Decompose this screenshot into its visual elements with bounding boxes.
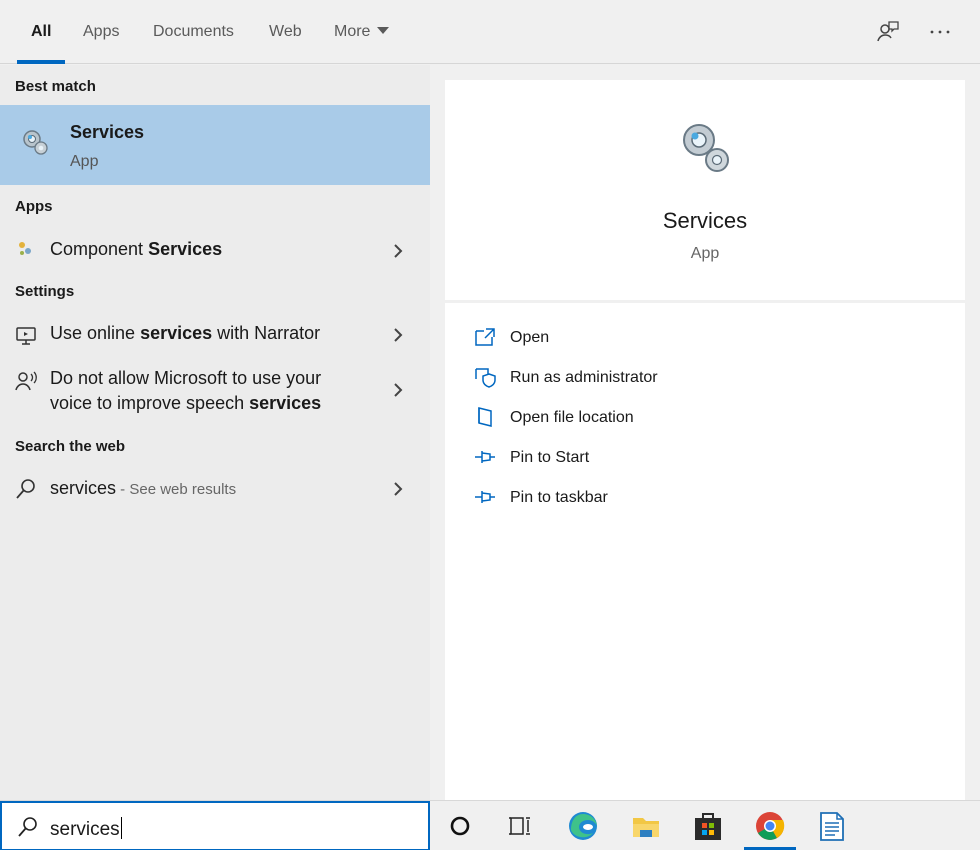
pin-icon xyxy=(475,451,495,463)
chevron-right-icon[interactable] xyxy=(390,382,406,398)
apps-heading: Apps xyxy=(15,198,53,215)
tab-all[interactable]: All xyxy=(31,0,51,64)
services-gears-icon xyxy=(683,124,729,172)
best-match-title: Services xyxy=(70,122,145,142)
settings-heading: Settings xyxy=(15,283,75,300)
action-label: Open xyxy=(510,329,550,346)
result-label: Component Services xyxy=(50,239,223,259)
tab-apps[interactable]: Apps xyxy=(83,0,119,64)
chevron-right-icon[interactable] xyxy=(390,481,406,497)
task-view-icon[interactable] xyxy=(500,806,540,846)
action-label: Pin to Start xyxy=(510,449,590,466)
chrome-icon[interactable] xyxy=(750,806,790,846)
chevron-right-icon[interactable] xyxy=(390,327,406,343)
action-list: Open Run as administrator Open file loca… xyxy=(445,303,965,800)
result-component-services[interactable]: Component Services xyxy=(0,231,430,271)
tab-web[interactable]: Web xyxy=(269,0,302,64)
result-narrator-setting[interactable]: Use online services with Narrator xyxy=(0,317,430,357)
component-services-icon xyxy=(19,242,31,255)
result-speech-setting[interactable]: Do not allow Microsoft to use your voice… xyxy=(0,363,430,421)
action-pin-to-start[interactable]: Pin to Start xyxy=(445,440,965,476)
web-query: services - See web results xyxy=(50,478,237,498)
result-label: Use online services with Narrator xyxy=(50,323,321,343)
speech-icon xyxy=(15,371,37,391)
action-label: Run as administrator xyxy=(510,369,658,386)
action-open[interactable]: Open xyxy=(445,320,965,356)
action-run-as-admin[interactable]: Run as administrator xyxy=(445,360,965,396)
store-icon[interactable] xyxy=(688,806,728,846)
tab-documents[interactable]: Documents xyxy=(153,0,234,64)
search-icon xyxy=(18,817,37,837)
file-explorer-icon[interactable] xyxy=(626,806,666,846)
best-match-services[interactable]: Services App xyxy=(0,105,430,185)
feedback-icon[interactable] xyxy=(876,20,900,44)
open-icon xyxy=(475,328,495,346)
result-label: Do not allow Microsoft to use your voice… xyxy=(50,368,322,413)
text-cursor xyxy=(120,817,122,839)
taskbar: services xyxy=(0,800,980,850)
cortana-icon[interactable] xyxy=(440,806,480,846)
search-icon xyxy=(16,479,35,499)
preview-card: Services App xyxy=(445,80,965,300)
best-match-heading: Best match xyxy=(15,78,96,95)
caret-down-icon xyxy=(377,27,390,34)
filter-tab-bar: All Apps Documents Web More xyxy=(0,0,980,64)
pin-icon xyxy=(475,491,495,503)
services-gears-icon xyxy=(23,130,48,155)
shield-icon xyxy=(475,368,496,388)
preview-subtitle: App xyxy=(690,245,720,262)
chevron-right-icon[interactable] xyxy=(390,243,406,259)
tab-more-label: More xyxy=(334,23,371,40)
tab-more[interactable]: More xyxy=(334,0,390,64)
narrator-icon xyxy=(16,327,36,345)
action-open-file-location[interactable]: Open file location xyxy=(445,400,965,436)
best-match-subtitle: App xyxy=(70,153,99,170)
search-web-heading: Search the web xyxy=(15,438,126,455)
action-label: Open file location xyxy=(510,409,634,426)
active-tab-indicator xyxy=(17,60,65,64)
web-results-hint: - See web results xyxy=(116,481,237,498)
action-label: Pin to taskbar xyxy=(510,489,608,506)
edge-icon[interactable] xyxy=(563,806,603,846)
file-location-icon xyxy=(478,407,492,427)
more-options-icon[interactable] xyxy=(928,20,952,44)
preview-panel: Services App Open Run as administrator O… xyxy=(430,65,980,800)
notepad-document-icon[interactable] xyxy=(812,806,852,846)
preview-title: Services xyxy=(662,208,748,233)
result-web-search[interactable]: services - See web results xyxy=(0,471,430,507)
search-input[interactable]: services xyxy=(50,817,122,841)
action-pin-to-taskbar[interactable]: Pin to taskbar xyxy=(445,480,965,516)
search-box[interactable]: services xyxy=(0,801,430,850)
results-panel: Best match Services App Apps Component S… xyxy=(0,65,430,800)
